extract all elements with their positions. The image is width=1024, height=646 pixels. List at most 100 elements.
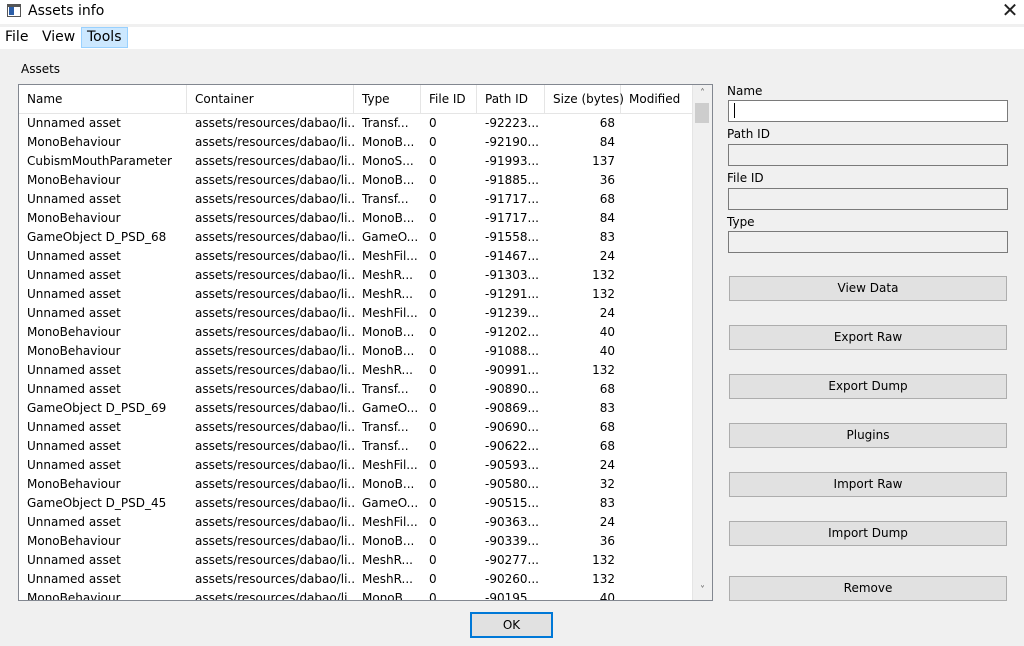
cell-path-id: -90593... <box>485 458 539 472</box>
column-header-path-id[interactable]: Path ID <box>477 85 545 114</box>
cell-container: assets/resources/dabao/li... <box>195 268 354 282</box>
scroll-down-icon[interactable]: ˅ <box>693 582 712 599</box>
table-row[interactable]: MonoBehaviour assets/resources/dabao/li..… <box>19 133 692 152</box>
cell-file-id: 0 <box>429 553 437 567</box>
cell-modified <box>621 228 692 247</box>
table-row[interactable]: MonoBehaviour assets/resources/dabao/li..… <box>19 342 692 361</box>
cell-modified <box>621 114 692 133</box>
cell-modified <box>621 285 692 304</box>
table-row[interactable]: GameObject D_PSD_69 assets/resources/daba… <box>19 399 692 418</box>
cell-file-id: 0 <box>429 477 437 491</box>
cell-modified <box>621 513 692 532</box>
table-row[interactable]: Unnamed asset assets/resources/dabao/li..… <box>19 380 692 399</box>
table-row[interactable]: Unnamed asset assets/resources/dabao/li..… <box>19 114 692 133</box>
table-row[interactable]: Unnamed asset assets/resources/dabao/li..… <box>19 247 692 266</box>
scroll-thumb[interactable] <box>695 103 709 123</box>
cell-path-id: -91558... <box>485 230 539 244</box>
cell-type: Transf... <box>362 439 409 453</box>
view-data-button[interactable]: View Data <box>729 276 1007 301</box>
cell-type: GameO... <box>362 401 419 415</box>
cell-size: 68 <box>599 382 615 396</box>
cell-path-id: -91303... <box>485 268 539 282</box>
cell-name: Unnamed asset <box>27 116 121 130</box>
table-row[interactable]: CubismMouthParameter assets/resources/dab… <box>19 152 692 171</box>
type-field[interactable] <box>728 231 1008 253</box>
column-header-file-id[interactable]: File ID <box>421 85 477 114</box>
cell-path-id: -90991... <box>485 363 539 377</box>
cell-modified <box>621 418 692 437</box>
table-row[interactable]: Unnamed asset assets/resources/dabao/li..… <box>19 285 692 304</box>
table-row[interactable]: Unnamed asset assets/resources/dabao/li..… <box>19 456 692 475</box>
table-row[interactable]: Unnamed asset assets/resources/dabao/li..… <box>19 266 692 285</box>
column-header-modified[interactable]: Modified <box>621 85 692 114</box>
menu-view[interactable]: View <box>37 27 80 48</box>
cell-modified <box>621 190 692 209</box>
cell-file-id: 0 <box>429 496 437 510</box>
cell-name: MonoBehaviour <box>27 211 121 225</box>
table-row[interactable]: Unnamed asset assets/resources/dabao/li..… <box>19 190 692 209</box>
cell-name: MonoBehaviour <box>27 325 121 339</box>
file-id-field[interactable] <box>728 188 1008 210</box>
cell-type: MonoB... <box>362 477 415 491</box>
cell-type: MonoB... <box>362 211 415 225</box>
cell-path-id: -90339... <box>485 534 539 548</box>
table-row[interactable]: MonoBehaviour assets/resources/dabao/li..… <box>19 475 692 494</box>
ok-button[interactable]: OK <box>470 612 553 638</box>
cell-path-id: -91717... <box>485 192 539 206</box>
table-row[interactable]: Unnamed asset assets/resources/dabao/li..… <box>19 304 692 323</box>
close-icon[interactable]: ✕ <box>996 0 1024 22</box>
cell-container: assets/resources/dabao/li... <box>195 249 354 263</box>
vertical-scrollbar[interactable]: ˄ ˅ <box>692 85 712 600</box>
cell-container: assets/resources/dabao/li... <box>195 363 354 377</box>
remove-button[interactable]: Remove <box>729 576 1007 601</box>
table-row[interactable]: Unnamed asset assets/resources/dabao/li..… <box>19 551 692 570</box>
cell-container: assets/resources/dabao/li... <box>195 534 354 548</box>
table-row[interactable]: Unnamed asset assets/resources/dabao/li..… <box>19 361 692 380</box>
table-row[interactable]: MonoBehaviour assets/resources/dabao/li..… <box>19 323 692 342</box>
column-header-type[interactable]: Type <box>354 85 421 114</box>
scroll-up-icon[interactable]: ˄ <box>693 85 712 102</box>
column-header-container[interactable]: Container <box>187 85 354 114</box>
cell-container: assets/resources/dabao/li... <box>195 116 354 130</box>
cell-container: assets/resources/dabao/li... <box>195 591 354 600</box>
cell-name: Unnamed asset <box>27 249 121 263</box>
cell-modified <box>621 361 692 380</box>
table-row[interactable]: Unnamed asset assets/resources/dabao/li..… <box>19 437 692 456</box>
path-id-field[interactable] <box>728 144 1008 166</box>
cell-size: 83 <box>599 496 615 510</box>
cell-container: assets/resources/dabao/li... <box>195 306 354 320</box>
cell-size: 83 <box>599 230 615 244</box>
table-row[interactable]: Unnamed asset assets/resources/dabao/li..… <box>19 570 692 589</box>
cell-file-id: 0 <box>429 401 437 415</box>
table-row[interactable]: MonoBehaviour assets/resources/dabao/li..… <box>19 589 692 600</box>
table-row[interactable]: MonoBehaviour assets/resources/dabao/li..… <box>19 532 692 551</box>
import-raw-button[interactable]: Import Raw <box>729 472 1007 497</box>
cell-size: 36 <box>599 534 615 548</box>
table-row[interactable]: Unnamed asset assets/resources/dabao/li..… <box>19 513 692 532</box>
column-header-size[interactable]: Size (bytes) <box>545 85 624 114</box>
table-row[interactable]: GameObject D_PSD_45 assets/resources/daba… <box>19 494 692 513</box>
export-dump-button[interactable]: Export Dump <box>729 374 1007 399</box>
export-raw-button[interactable]: Export Raw <box>729 325 1007 350</box>
cell-container: assets/resources/dabao/li... <box>195 458 354 472</box>
cell-file-id: 0 <box>429 420 437 434</box>
menu-file[interactable]: File <box>0 27 33 48</box>
cell-modified <box>621 399 692 418</box>
table-row[interactable]: MonoBehaviour assets/resources/dabao/li..… <box>19 209 692 228</box>
table-row[interactable]: MonoBehaviour assets/resources/dabao/li..… <box>19 171 692 190</box>
column-header-name[interactable]: Name <box>19 85 187 114</box>
table-row[interactable]: Unnamed asset assets/resources/dabao/li..… <box>19 418 692 437</box>
cell-size: 24 <box>599 458 615 472</box>
cell-file-id: 0 <box>429 572 437 586</box>
file-id-label: File ID <box>727 171 764 185</box>
name-field[interactable] <box>728 100 1008 122</box>
cell-modified <box>621 456 692 475</box>
menu-tools[interactable]: Tools <box>81 27 128 48</box>
cell-name: MonoBehaviour <box>27 135 121 149</box>
import-dump-button[interactable]: Import Dump <box>729 521 1007 546</box>
table-row[interactable]: GameObject D_PSD_68 assets/resources/daba… <box>19 228 692 247</box>
cell-file-id: 0 <box>429 515 437 529</box>
cell-modified <box>621 380 692 399</box>
plugins-button[interactable]: Plugins <box>729 423 1007 448</box>
assets-group-label: Assets <box>21 62 61 76</box>
